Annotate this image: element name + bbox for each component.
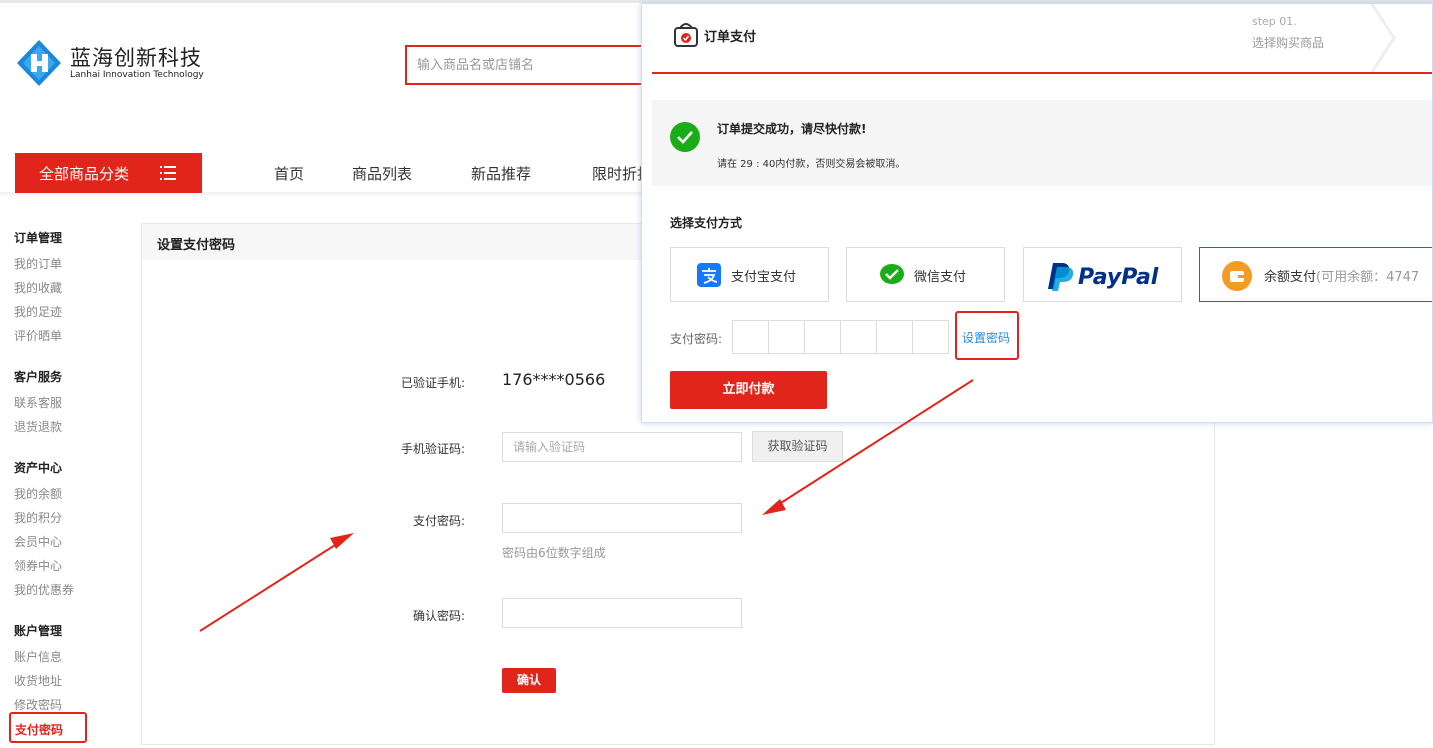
- password-digit-box[interactable]: [841, 321, 877, 353]
- step-chevron-icon: [1370, 4, 1396, 72]
- popup-title: 订单支付: [704, 30, 757, 45]
- nav-new-arrivals[interactable]: 新品推荐: [471, 163, 531, 184]
- success-check-icon: [670, 122, 700, 152]
- alipay-icon: [697, 263, 721, 287]
- sidebar-heading-orders: 订单管理: [14, 231, 63, 245]
- verified-phone-label: 已验证手机:: [400, 376, 465, 390]
- sidebar-item-my-coupons[interactable]: 我的优惠券: [14, 581, 74, 598]
- pay-password-hint: 密码由6位数字组成: [502, 546, 606, 560]
- sidebar-item-reviews[interactable]: 评价晒单: [14, 327, 62, 344]
- set-password-link[interactable]: 设置密码: [962, 329, 1010, 346]
- sidebar-heading-service: 客户服务: [14, 370, 63, 384]
- pay-password-label: 支付密码:: [412, 514, 465, 528]
- get-code-button[interactable]: 获取验证码: [752, 431, 843, 462]
- pay-now-button[interactable]: 立即付款: [670, 371, 827, 409]
- nav-home[interactable]: 首页: [274, 163, 304, 184]
- pay-password-field[interactable]: [502, 503, 742, 533]
- sidebar-item-address[interactable]: 收货地址: [14, 672, 62, 689]
- sidebar-item-membership[interactable]: 会员中心: [14, 533, 62, 550]
- sidebar-item-pay-password-label: 支付密码: [15, 723, 64, 737]
- password-digit-box[interactable]: [877, 321, 913, 353]
- popup-password-input[interactable]: [732, 320, 949, 354]
- sidebar-item-points[interactable]: 我的积分: [14, 509, 62, 526]
- popup-password-label: 支付密码:: [670, 332, 723, 346]
- order-payment-popup: 订单支付 step 01. 选择购买商品 订单提交成功，请尽快付款! 请在 29…: [641, 3, 1433, 423]
- paypal-label: PayPal: [1078, 265, 1159, 290]
- confirm-password-input[interactable]: [503, 599, 741, 627]
- step-number: step 01.: [1252, 15, 1297, 28]
- password-digit-box[interactable]: [733, 321, 769, 353]
- sidebar-item-coupon-center[interactable]: 领券中心: [14, 557, 62, 574]
- menu-icon: [160, 166, 176, 180]
- password-digit-box[interactable]: [769, 321, 805, 353]
- brand-name[interactable]: 蓝海创新科技: [70, 42, 202, 72]
- payment-countdown-text: 请在 29 : 40内付款，否则交易会被取消。: [717, 159, 906, 170]
- pay-method-balance[interactable]: 余额支付(可用余额：4747: [1199, 247, 1432, 302]
- all-categories-button[interactable]: 全部商品分类: [15, 153, 202, 193]
- password-digit-box[interactable]: [913, 321, 948, 353]
- payment-method-title: 选择支付方式: [670, 216, 743, 230]
- sms-code-input[interactable]: [503, 433, 741, 461]
- sidebar-item-change-password[interactable]: 修改密码: [14, 696, 62, 713]
- balance-label: 余额支付(可用余额：4747: [1264, 266, 1419, 285]
- order-success-title: 订单提交成功，请尽快付款!: [717, 122, 867, 136]
- sidebar-item-history[interactable]: 我的足迹: [14, 303, 62, 320]
- search-input[interactable]: [407, 47, 663, 83]
- wechat-label: 微信支付: [914, 270, 967, 285]
- all-categories-label: 全部商品分类: [39, 165, 130, 183]
- sidebar-heading-assets: 资产中心: [14, 461, 63, 475]
- wechat-icon: [880, 264, 904, 284]
- confirm-password-label: 确认密码:: [412, 609, 465, 623]
- order-success-box: [652, 100, 1432, 186]
- pay-password-input[interactable]: [503, 504, 741, 532]
- pay-method-alipay[interactable]: 支付宝支付: [670, 247, 829, 302]
- sidebar-heading-account: 账户管理: [14, 624, 63, 638]
- password-digit-box[interactable]: [805, 321, 841, 353]
- available-balance: (可用余额：4747: [1316, 270, 1420, 285]
- popup-header-divider: [652, 72, 1432, 74]
- sidebar-item-account-info[interactable]: 账户信息: [14, 648, 62, 665]
- sidebar-item-my-orders[interactable]: 我的订单: [14, 255, 62, 272]
- verified-phone-value: 176****0566: [502, 370, 606, 389]
- sms-code-field[interactable]: [502, 432, 742, 462]
- brand-tagline: Lanhai Innovation Technology: [70, 70, 204, 80]
- search-box[interactable]: [405, 45, 665, 85]
- shopping-bag-icon: [674, 23, 698, 47]
- sidebar-item-refunds[interactable]: 退货退款: [14, 418, 62, 435]
- panel-title: 设置支付密码: [157, 238, 236, 253]
- confirm-button[interactable]: 确认: [502, 668, 556, 693]
- sidebar-item-favorites[interactable]: 我的收藏: [14, 279, 62, 296]
- pay-method-wechat[interactable]: 微信支付: [846, 247, 1005, 302]
- sidebar-item-pay-password[interactable]: 支付密码: [9, 712, 87, 743]
- step-label: 选择购买商品: [1252, 36, 1325, 50]
- nav-product-list[interactable]: 商品列表: [352, 163, 412, 184]
- pay-method-paypal[interactable]: PayPal: [1023, 247, 1182, 302]
- alipay-label: 支付宝支付: [731, 270, 797, 285]
- balance-label-text: 余额支付: [1264, 270, 1317, 285]
- paypal-logo: PayPal: [1048, 263, 1159, 291]
- confirm-password-field[interactable]: [502, 598, 742, 628]
- wallet-icon: [1222, 261, 1252, 291]
- sidebar-item-balance[interactable]: 我的余额: [14, 485, 62, 502]
- sms-code-label: 手机验证码:: [400, 442, 465, 456]
- brand-logo-icon[interactable]: [14, 38, 64, 88]
- sidebar-item-contact-service[interactable]: 联系客服: [14, 394, 62, 411]
